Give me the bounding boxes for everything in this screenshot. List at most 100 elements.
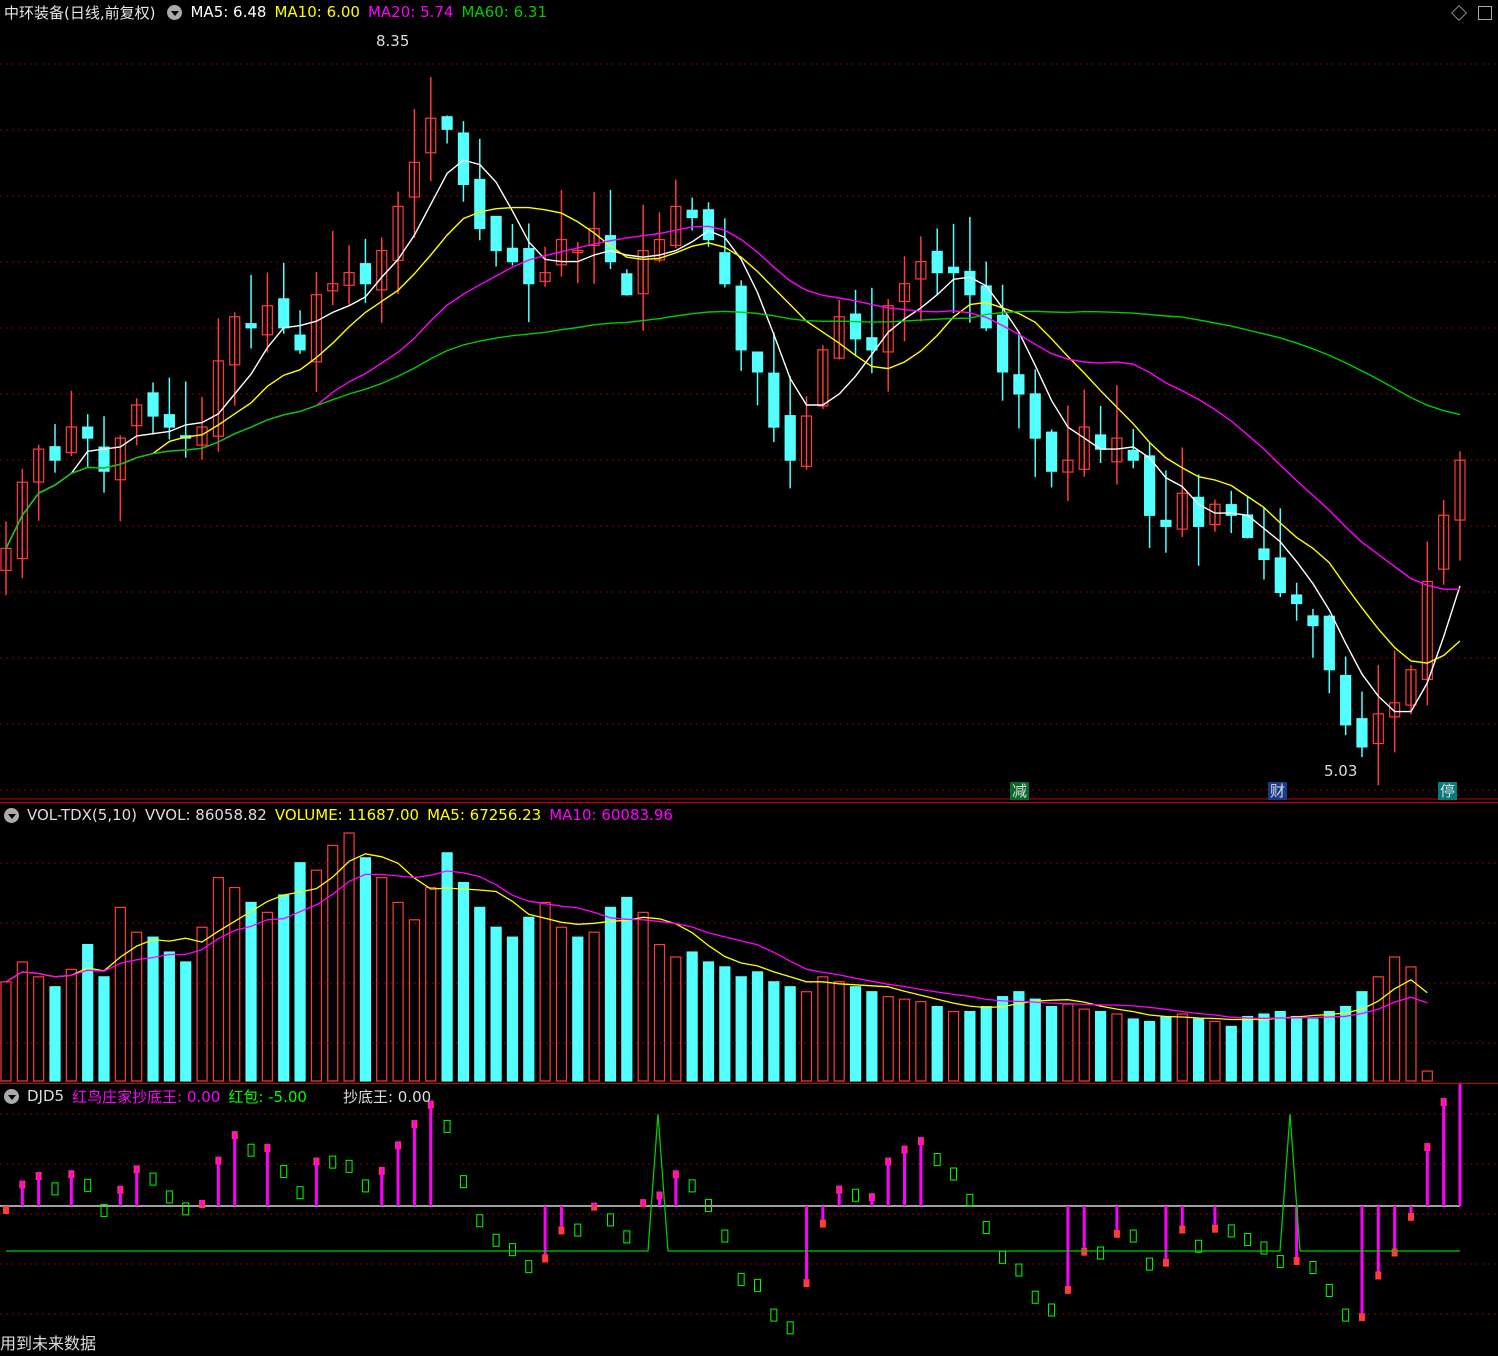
dropdown-toggle-icon[interactable] <box>167 4 183 20</box>
djd-step <box>754 1278 762 1292</box>
volume-bar <box>866 991 878 1082</box>
candle-body <box>686 209 698 219</box>
candle-body <box>751 351 764 373</box>
volume-bar <box>621 896 633 1082</box>
djd-step <box>84 1178 92 1192</box>
candle-body <box>490 215 502 252</box>
djd-step <box>1113 1229 1120 1238</box>
volume-bar <box>343 832 355 1082</box>
stock-label: 中环装备(日线,前复权) <box>4 3 156 22</box>
djd-step <box>721 1229 729 1243</box>
volume-bar <box>1160 1015 1172 1082</box>
djd-step <box>1244 1232 1252 1246</box>
volume-bar <box>947 1010 960 1082</box>
djd-step <box>623 1230 631 1244</box>
volume-bar <box>212 877 224 1082</box>
djd-step <box>1227 1224 1235 1238</box>
volume-bar <box>1111 1013 1123 1082</box>
candle-body <box>1340 674 1352 726</box>
candle-body <box>1323 615 1335 671</box>
volume-bar <box>555 926 568 1082</box>
djd-step <box>786 1321 794 1335</box>
vvol-label: VVOL: 86058.82 <box>145 806 267 824</box>
djd-step <box>1081 1247 1088 1256</box>
volume-bar <box>49 986 61 1082</box>
djd-toggle-icon[interactable] <box>4 1088 19 1104</box>
candle-body <box>506 247 519 263</box>
ma10-label: MA10: 6.00 <box>274 3 360 21</box>
djd-step <box>1391 1248 1398 1257</box>
volume-bar <box>1062 1003 1074 1082</box>
djd-step <box>999 1250 1007 1264</box>
volume-bar <box>1094 1010 1107 1082</box>
candle-body <box>523 248 535 285</box>
candle-body <box>163 414 175 428</box>
volume-bar <box>1372 976 1384 1082</box>
chaodi-label: 抄底王: 0.00 <box>342 1087 432 1106</box>
djd-step <box>1293 1257 1300 1265</box>
djd-step <box>1211 1224 1218 1233</box>
volume-bar <box>1176 1013 1188 1082</box>
candle-body <box>1356 718 1368 748</box>
djd-step <box>508 1243 516 1257</box>
djd-step <box>688 1179 696 1193</box>
volume-bar <box>882 996 894 1082</box>
djd-step <box>149 1172 157 1186</box>
djd-step <box>296 1186 304 1200</box>
vol-ma5-label: MA5: 67256.23 <box>427 806 542 824</box>
candle-body <box>1193 496 1205 527</box>
volume-bar <box>768 981 780 1082</box>
footer-note: 用到未来数据 <box>0 1334 97 1353</box>
djd-step <box>459 1175 467 1189</box>
djd-step <box>1325 1283 1333 1297</box>
djd-step <box>982 1221 990 1235</box>
volume-bar <box>1193 1018 1205 1082</box>
djd-step <box>51 1182 59 1196</box>
candle-body <box>947 266 960 274</box>
djd-step <box>361 1179 369 1193</box>
djd-step <box>476 1214 484 1228</box>
volume-bar <box>180 961 192 1082</box>
volume-bar <box>833 981 845 1082</box>
djd-step <box>1358 1313 1365 1322</box>
volume-bar <box>310 869 323 1082</box>
window-icon[interactable] <box>1478 6 1492 20</box>
volume-bar <box>376 877 388 1082</box>
volume-bar <box>392 901 404 1082</box>
djd-step <box>1097 1246 1105 1260</box>
candle-body <box>82 426 94 439</box>
candle-body <box>931 250 943 274</box>
candle-body <box>441 116 453 130</box>
volume-bar <box>1356 991 1368 1082</box>
candle-body <box>278 298 290 329</box>
volume-bar <box>800 991 813 1082</box>
djd-chart <box>0 1084 1498 1335</box>
candle-body <box>1029 393 1041 439</box>
candle-body <box>866 337 878 351</box>
volume-legend: VOL-TDX(5,10) VVOL: 86058.82 VOLUME: 116… <box>0 803 681 827</box>
djd-step <box>1179 1225 1186 1234</box>
candle-body <box>474 178 486 230</box>
candle-body <box>147 392 159 417</box>
ma60-label: MA60: 6.31 <box>461 3 547 21</box>
volume-bar <box>1045 1006 1058 1082</box>
volume-bar <box>490 926 502 1082</box>
volume-bar <box>784 986 796 1082</box>
halt-tag: 停 <box>1438 782 1458 800</box>
volume-bar <box>245 901 257 1082</box>
volume-bar <box>1209 1020 1221 1082</box>
volume-bar <box>1029 998 1041 1082</box>
volume-bar <box>1127 1018 1139 1082</box>
candle-body <box>49 446 61 461</box>
volume-bar <box>1143 1020 1156 1082</box>
bird-label: 红鸟庄家抄底王: 0.00 <box>72 1087 221 1106</box>
volume-toggle-icon[interactable] <box>4 807 19 823</box>
vol-ma10-label: MA10: 60083.96 <box>549 806 673 824</box>
djd-step <box>345 1159 353 1173</box>
volume-bar <box>898 998 911 1082</box>
volume-bar <box>523 916 535 1082</box>
volume-bar <box>751 971 764 1082</box>
volume-bar <box>719 966 731 1082</box>
volume-bar <box>131 931 143 1082</box>
volume-bar <box>65 968 77 1082</box>
